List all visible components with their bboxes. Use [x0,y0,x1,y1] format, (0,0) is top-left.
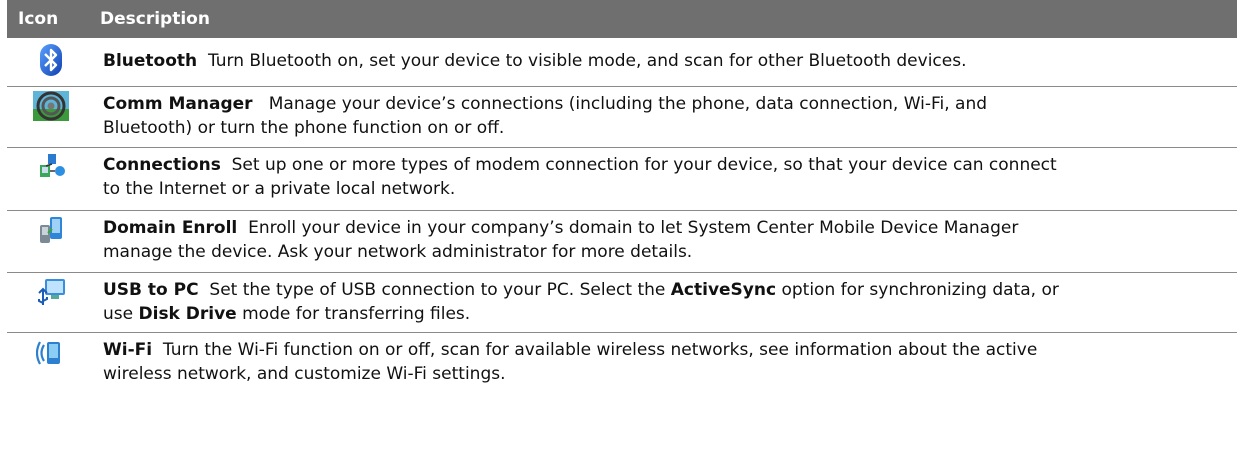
wifi-icon [36,337,66,393]
row-title: USB to PC [103,280,199,300]
row-text-line-2: Bluetooth) or turn the phone function on… [103,118,505,138]
row-text-b: option for synchronizing data, or [776,280,1059,300]
row-description: Connections Set up one or more types of … [95,148,1057,210]
row-text-line-1: Turn the Wi-Fi function on or off, scan … [162,340,1038,360]
row-text-line-1: Manage your device’s connections (includ… [268,94,988,114]
table-row-wifi: Wi-Fi Turn the Wi-Fi function on or off,… [7,333,1237,393]
row-title: Connections [103,155,221,175]
icon-description-table: Icon Description Bluetooth Turn Bluetoot… [7,0,1237,393]
usb-to-pc-icon [35,277,67,332]
row-text-line-2: to the Internet or a private local netwo… [103,179,456,199]
table-row-domain-enroll: Domain Enroll Enroll your device in your… [7,211,1237,273]
table-header: Icon Description [7,0,1237,38]
row-title: Comm Manager [103,94,253,114]
row-description: Bluetooth Turn Bluetooth on, set your de… [95,38,967,86]
row-text-line-1: Set up one or more types of modem connec… [231,155,1057,175]
row-text-a: Set the type of USB connection to your P… [209,280,671,300]
row-description: Domain Enroll Enroll your device in your… [95,211,1018,272]
table-row-comm-manager: Comm Manager Manage your device’s connec… [7,87,1237,148]
row-description: Wi-Fi Turn the Wi-Fi function on or off,… [95,333,1037,393]
table-row-bluetooth: Bluetooth Turn Bluetooth on, set your de… [7,38,1237,87]
row-title: Domain Enroll [103,218,238,238]
row-text-d: mode for transferring files. [236,304,471,324]
description-column-header: Description [100,9,210,29]
row-bold-disk-drive: Disk Drive [138,304,237,324]
row-text-line-2: manage the device. Ask your network admi… [103,242,693,262]
row-text-c: use [103,304,139,324]
bluetooth-icon [39,43,63,86]
row-title: Bluetooth [103,51,198,71]
comm-manager-icon [33,91,69,147]
row-bold-activesync: ActiveSync [670,280,777,300]
table-row-usb-to-pc: USB to PC Set the type of USB connection… [7,273,1237,333]
row-description: Comm Manager Manage your device’s connec… [95,87,987,147]
row-text: Turn Bluetooth on, set your device to vi… [207,51,967,71]
row-text-line-2: wireless network, and customize Wi-Fi se… [103,364,506,384]
icon-column-header: Icon [18,9,59,29]
connections-icon [36,152,66,210]
row-title: Wi-Fi [103,340,153,360]
domain-enroll-icon [36,215,66,272]
table-row-connections: Connections Set up one or more types of … [7,148,1237,211]
row-description: USB to PC Set the type of USB connection… [95,273,1059,332]
row-text-line-1: Enroll your device in your company’s dom… [248,218,1019,238]
